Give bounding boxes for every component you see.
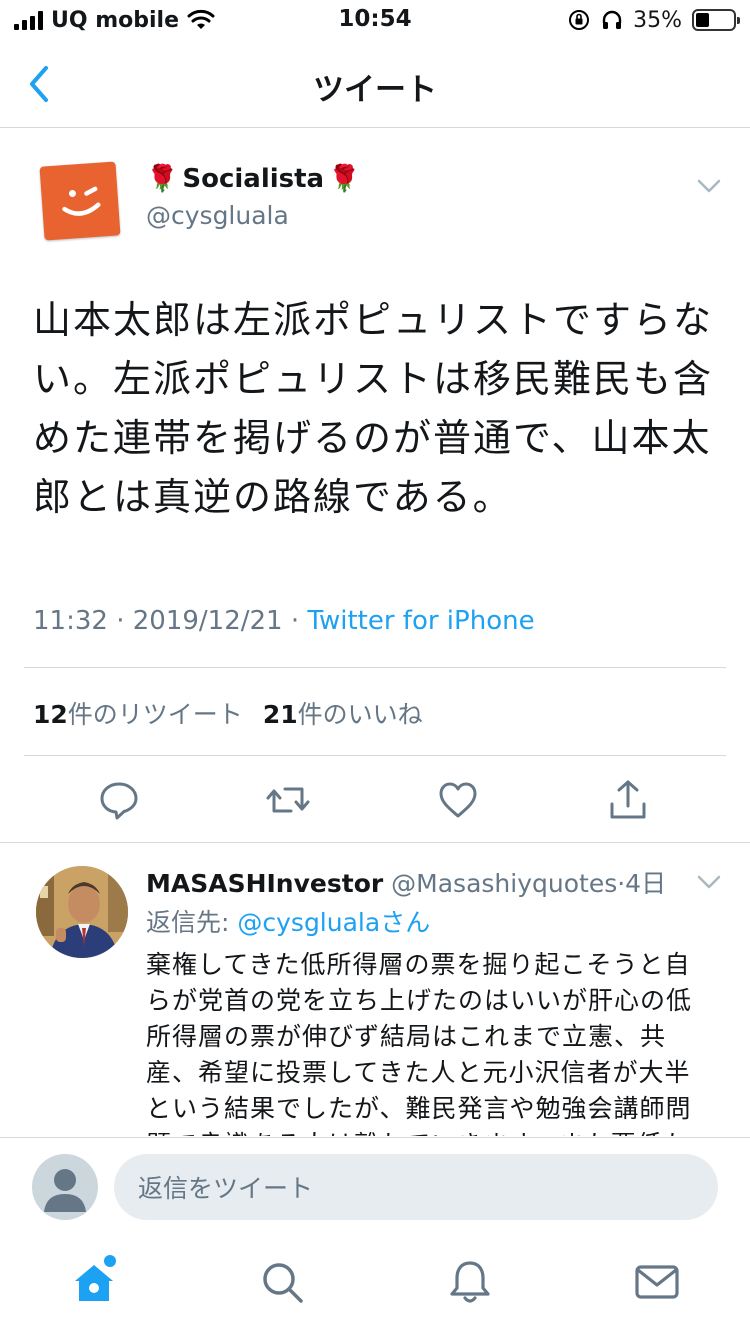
reply-input[interactable]: 返信をツイート (114, 1154, 718, 1220)
reply-text: 棄権してきた低所得層の票を掘り起こそうと自らが党首の党を立ち上げたのはいいが肝心… (146, 950, 693, 1136)
reply-age: 4日 (625, 869, 667, 898)
avatar[interactable] (36, 866, 128, 958)
reply-to: 返信先: @cysglualaさん (146, 908, 431, 937)
reply-display-name[interactable]: MASASHInvestor (146, 869, 383, 898)
caret-down-icon[interactable] (694, 870, 724, 894)
messages-icon[interactable] (632, 1257, 682, 1307)
reply-header: MASASHInvestor @Masashiyquotes·4日 (146, 869, 667, 898)
reply-username[interactable]: @Masashiyquotes (391, 869, 617, 898)
new-content-indicator (104, 1255, 116, 1267)
reply-to-mention[interactable]: @cysgluala (237, 908, 380, 937)
search-icon[interactable] (257, 1257, 307, 1307)
profile-photo (36, 866, 128, 958)
notifications-icon[interactable] (445, 1257, 495, 1307)
avatar[interactable] (32, 1154, 98, 1220)
default-avatar-icon (44, 1169, 86, 1212)
reply-bar: 返信をツイート (0, 1137, 750, 1237)
tab-bar (0, 1237, 750, 1334)
